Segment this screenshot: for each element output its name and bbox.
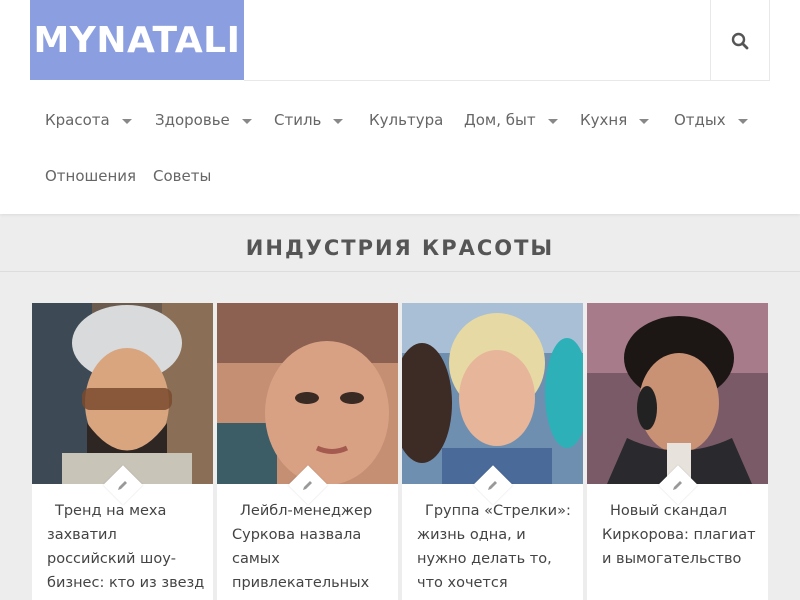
pencil-icon xyxy=(673,481,682,490)
nav-label: Кухня xyxy=(580,111,628,129)
nav-label: Отношения xyxy=(45,167,137,185)
article-image[interactable] xyxy=(217,303,398,484)
nav-item-sovety[interactable]: Советы xyxy=(153,164,211,188)
search-icon xyxy=(731,32,749,49)
chevron-down-icon xyxy=(737,118,748,124)
nav-item-krasota[interactable]: Красота xyxy=(45,108,132,132)
chevron-down-icon xyxy=(241,118,252,124)
search-button[interactable] xyxy=(710,0,770,81)
section-title: ИНДУСТРИЯ КРАСОТЫ xyxy=(245,236,555,260)
nav-item-stil[interactable]: Стиль xyxy=(274,108,344,132)
article-card[interactable]: Тренд на меха захватил российский шоу-би… xyxy=(32,303,213,600)
nav-label: Здоровье xyxy=(155,111,230,129)
nav-item-otdyh[interactable]: Отдых xyxy=(674,108,748,132)
article-title[interactable]: Группа «Стрелки»: жизнь одна, и нужно де… xyxy=(417,499,577,595)
pencil-icon xyxy=(118,481,127,490)
nav-label: Культура xyxy=(369,111,444,129)
article-title[interactable]: Тренд на меха захватил российский шоу-би… xyxy=(47,499,207,600)
nav-item-zdorovie[interactable]: Здоровье xyxy=(155,108,252,132)
chevron-down-icon xyxy=(333,118,344,124)
nav-label: Стиль xyxy=(274,111,322,129)
nav-item-dom-byt[interactable]: Дом, быт xyxy=(464,108,558,132)
article-card[interactable]: Группа «Стрелки»: жизнь одна, и нужно де… xyxy=(402,303,583,600)
chevron-down-icon xyxy=(639,118,650,124)
nav-label: Красота xyxy=(45,111,110,129)
article-title[interactable]: Новый скандал Киркорова: плагиат и вымог… xyxy=(602,499,762,571)
nav-item-kultura[interactable]: Культура xyxy=(369,108,443,132)
pencil-icon xyxy=(488,481,497,490)
article-card[interactable]: Новый скандал Киркорова: плагиат и вымог… xyxy=(587,303,768,600)
nav-item-otnosheniya[interactable]: Отношения xyxy=(45,164,136,188)
article-card[interactable]: Лейбл-менеджер Суркова назвала самых при… xyxy=(217,303,398,600)
logo-text: MYNATALI xyxy=(33,19,241,61)
article-title[interactable]: Лейбл-менеджер Суркова назвала самых при… xyxy=(232,499,392,595)
chevron-down-icon xyxy=(121,118,132,124)
site-logo[interactable]: MYNATALI xyxy=(30,0,244,80)
article-image[interactable] xyxy=(32,303,213,484)
nav-label: Советы xyxy=(153,167,212,185)
site-header: MYNATALI Красота Здоровье Стиль Культура… xyxy=(0,0,800,214)
article-image[interactable] xyxy=(587,303,768,484)
section-divider xyxy=(0,271,800,272)
nav-label: Отдых xyxy=(674,111,726,129)
nav-label: Дом, быт xyxy=(464,111,536,129)
pencil-icon xyxy=(303,481,312,490)
header-divider xyxy=(244,80,770,81)
nav-item-kuhnya[interactable]: Кухня xyxy=(580,108,650,132)
chevron-down-icon xyxy=(547,118,558,124)
article-image[interactable] xyxy=(402,303,583,484)
